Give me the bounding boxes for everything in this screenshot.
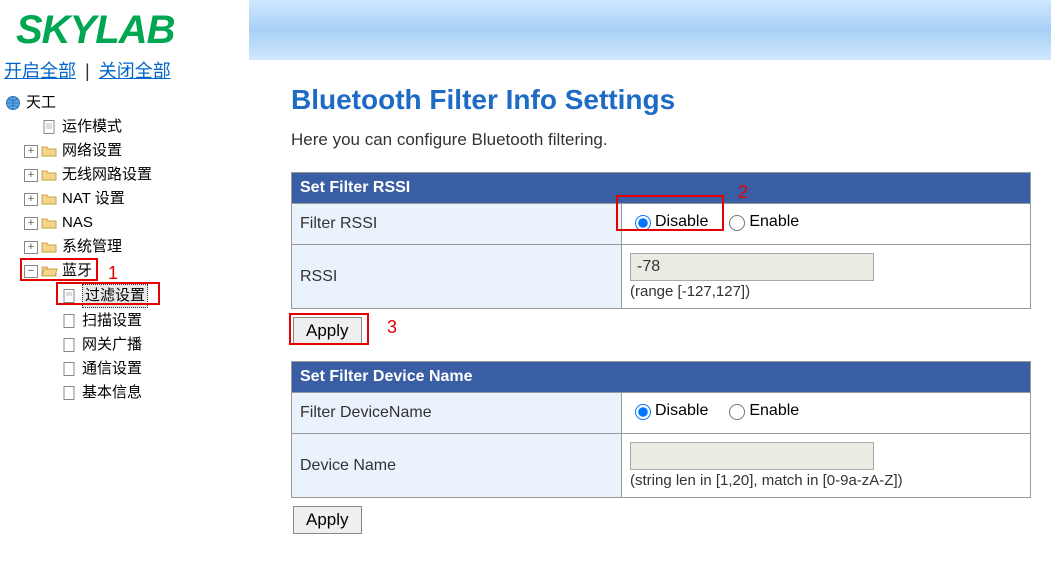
folder-icon: [40, 239, 58, 255]
page-subtitle: Here you can configure Bluetooth filteri…: [291, 130, 1031, 150]
filter-devname-disable[interactable]: Disable: [630, 401, 708, 420]
apply-devname-button[interactable]: Apply: [293, 506, 362, 534]
tree-item-network[interactable]: + 网络设置: [4, 139, 237, 163]
tree-item-operation-mode[interactable]: 运作模式: [4, 115, 237, 139]
globe-icon: [4, 95, 22, 111]
tree-item-system[interactable]: + 系统管理: [4, 235, 237, 259]
filter-rssi-disable[interactable]: Disable: [630, 212, 708, 231]
rssi-hint: (range [-127,127]): [630, 283, 1022, 300]
tree-root-label[interactable]: 天工: [26, 92, 56, 114]
tree-item-basic-info[interactable]: 基本信息: [4, 381, 237, 405]
filter-devname-disable-radio[interactable]: [635, 404, 651, 420]
filter-rssi-enable-radio[interactable]: [729, 215, 745, 231]
filter-rssi-enable[interactable]: Enable: [724, 212, 799, 231]
rssi-filter-table: Set Filter RSSI Filter RSSI Disable Enab…: [291, 172, 1031, 309]
header-banner: [249, 0, 1051, 60]
tree-item-nas[interactable]: + NAS: [4, 211, 237, 235]
page-icon: [60, 288, 78, 304]
page-icon: [60, 313, 78, 329]
folder-open-icon: [40, 263, 58, 279]
expand-icon[interactable]: +: [24, 241, 38, 254]
page-icon: [60, 385, 78, 401]
tree-item-scan-settings[interactable]: 扫描设置: [4, 309, 237, 333]
folder-icon: [40, 215, 58, 231]
tree-item-nat[interactable]: + NAT 设置: [4, 187, 237, 211]
expand-icon[interactable]: +: [24, 169, 38, 182]
expand-icon[interactable]: +: [24, 145, 38, 158]
open-all-link[interactable]: 开启全部: [4, 61, 76, 81]
tree-item-filter-settings[interactable]: 过滤设置: [4, 283, 237, 309]
tree-root[interactable]: 天工: [4, 91, 237, 115]
tree-item-gateway-broadcast[interactable]: 网关广播: [4, 333, 237, 357]
folder-icon: [40, 143, 58, 159]
filter-devname-label: Filter DeviceName: [292, 393, 622, 434]
folder-icon: [40, 191, 58, 207]
devname-filter-table: Set Filter Device Name Filter DeviceName…: [291, 361, 1031, 498]
annotation-3: 3: [387, 317, 397, 338]
filter-devname-enable-radio[interactable]: [729, 404, 745, 420]
nav-tree: 天工 运作模式 + 网络设置 + 无线: [0, 91, 241, 405]
collapse-icon[interactable]: −: [24, 265, 38, 278]
filter-rssi-label: Filter RSSI: [292, 204, 622, 245]
devname-input[interactable]: [630, 442, 874, 470]
tree-item-bluetooth[interactable]: − 蓝牙: [4, 259, 237, 283]
rssi-input[interactable]: [630, 253, 874, 281]
folder-icon: [40, 167, 58, 183]
filter-rssi-disable-radio[interactable]: [635, 215, 651, 231]
expand-icon[interactable]: +: [24, 193, 38, 206]
page-icon: [60, 361, 78, 377]
filter-devname-enable[interactable]: Enable: [724, 401, 799, 420]
page-icon: [40, 119, 58, 135]
devname-header: Set Filter Device Name: [292, 362, 1031, 393]
logo: SKYLAB: [0, 0, 241, 57]
top-links: 开启全部 | 关闭全部: [0, 57, 241, 91]
devname-hint: (string len in [1,20], match in [0-9a-zA…: [630, 472, 1022, 489]
tree-item-wireless[interactable]: + 无线网路设置: [4, 163, 237, 187]
page-title: Bluetooth Filter Info Settings: [291, 84, 1031, 116]
rssi-header: Set Filter RSSI: [292, 173, 1031, 204]
devname-label: Device Name: [292, 434, 622, 498]
expand-icon[interactable]: +: [24, 217, 38, 230]
rssi-label: RSSI: [292, 245, 622, 309]
page-icon: [60, 337, 78, 353]
tree-item-comm-settings[interactable]: 通信设置: [4, 357, 237, 381]
apply-rssi-button[interactable]: Apply: [293, 317, 362, 345]
close-all-link[interactable]: 关闭全部: [99, 61, 171, 81]
